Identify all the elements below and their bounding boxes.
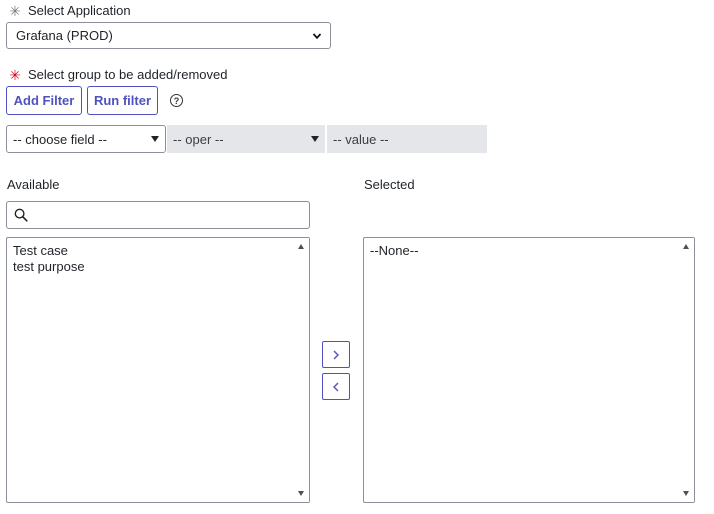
available-scrollbar[interactable] (295, 238, 309, 502)
search-icon (14, 208, 28, 222)
help-icon[interactable]: ? (170, 94, 183, 107)
scroll-up-arrow-icon[interactable] (683, 244, 689, 249)
required-asterisk-icon: ✳ (9, 2, 21, 19)
operator-value: -- oper -- (173, 131, 224, 147)
application-select[interactable]: Grafana (PROD) (6, 22, 331, 49)
value-field: -- value -- (327, 125, 487, 153)
list-item[interactable]: --None-- (370, 243, 694, 259)
add-filter-button[interactable]: Add Filter (6, 86, 82, 115)
application-label-row: ✳ Select Application (8, 3, 131, 18)
operator-select: -- oper -- (167, 125, 325, 153)
available-listbox[interactable]: Test case test purpose (6, 237, 310, 503)
group-label: Select group to be added/removed (28, 67, 228, 82)
choose-field-select[interactable]: -- choose field -- (6, 125, 166, 153)
add-filter-label: Add Filter (13, 93, 75, 108)
run-filter-button[interactable]: Run filter (87, 86, 158, 115)
dropdown-arrow-icon (151, 136, 159, 142)
scroll-down-arrow-icon[interactable] (298, 491, 304, 496)
selected-heading: Selected (364, 177, 415, 192)
available-search-input[interactable] (34, 206, 309, 224)
dropdown-arrow-icon (311, 136, 319, 142)
list-item[interactable]: test purpose (13, 259, 309, 275)
help-glyph: ? (173, 95, 180, 106)
scroll-up-arrow-icon[interactable] (298, 244, 304, 249)
selected-listbox[interactable]: --None-- (363, 237, 695, 503)
available-search[interactable] (6, 201, 310, 229)
application-select-value: Grafana (PROD) (16, 28, 113, 43)
scroll-down-arrow-icon[interactable] (683, 491, 689, 496)
chevron-right-icon (333, 350, 339, 359)
remove-from-selected-button[interactable] (322, 373, 350, 400)
run-filter-label: Run filter (93, 93, 152, 108)
choose-field-value: -- choose field -- (13, 131, 107, 147)
chevron-down-icon (312, 32, 322, 39)
add-to-selected-button[interactable] (322, 341, 350, 368)
application-label: Select Application (28, 3, 131, 18)
group-label-row: ✳ Select group to be added/removed (8, 67, 227, 82)
list-item[interactable]: Test case (13, 243, 309, 259)
available-heading: Available (7, 177, 60, 192)
value-placeholder: -- value -- (333, 131, 389, 147)
required-asterisk-icon: ✳ (9, 66, 21, 83)
chevron-left-icon (333, 382, 339, 391)
selected-scrollbar[interactable] (680, 238, 694, 502)
